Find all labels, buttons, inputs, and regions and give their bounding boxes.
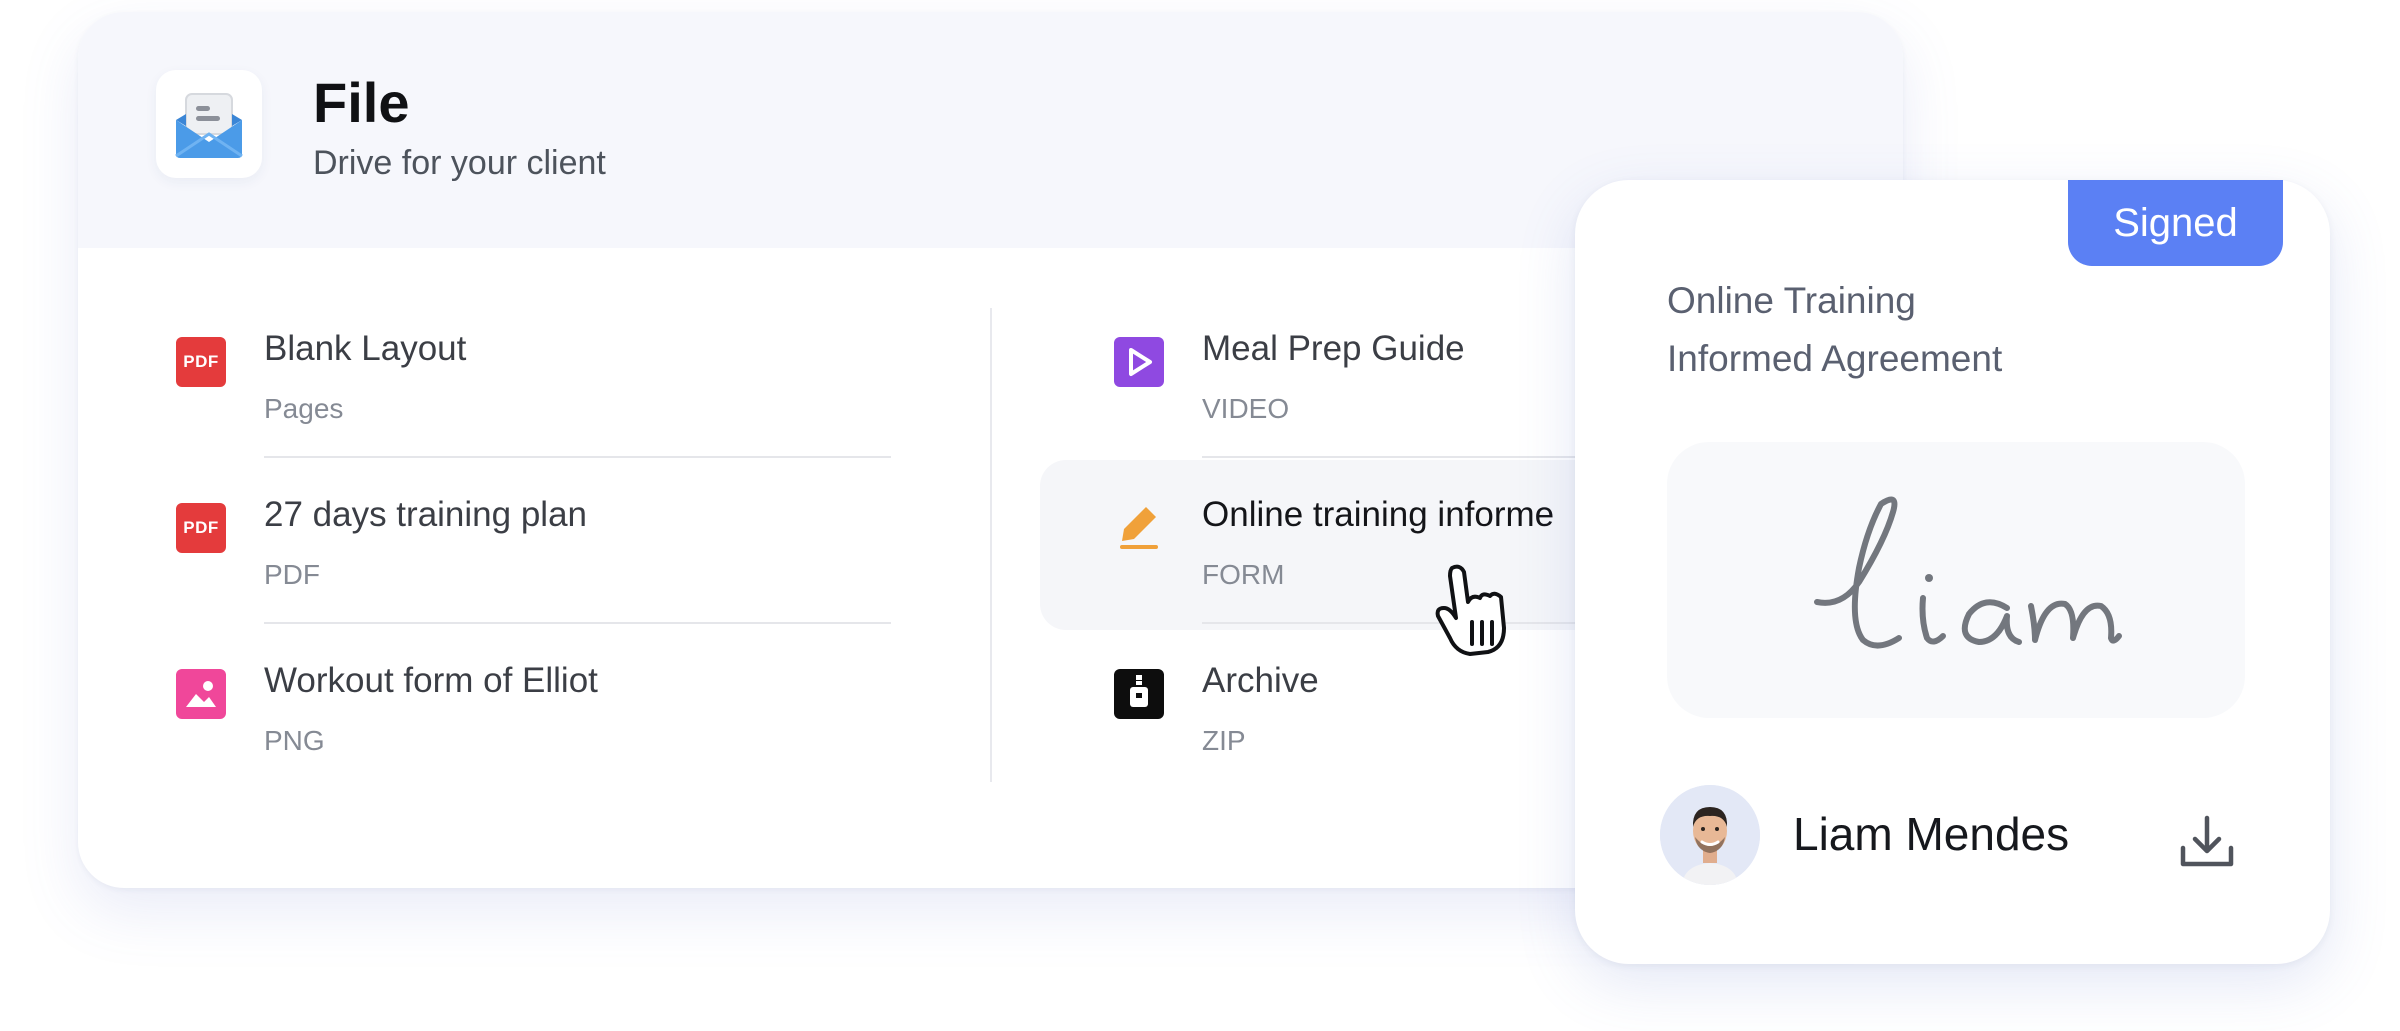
- envelope-open-icon: [156, 70, 262, 178]
- signer-name: Liam Mendes: [1793, 808, 2070, 860]
- file-name: Online training informe: [1202, 495, 1555, 534]
- app-title: File: [313, 71, 410, 134]
- document-title-line2: Informed Agreement: [1667, 338, 2003, 379]
- file-type: ZIP: [1202, 725, 1246, 756]
- column-divider: [990, 308, 992, 782]
- file-type: VIDEO: [1202, 393, 1290, 424]
- avatar: [1660, 785, 1760, 885]
- file-name: Blank Layout: [264, 329, 467, 368]
- signature-box: [1667, 442, 2245, 718]
- row-divider: [264, 622, 891, 624]
- zip-icon: [1114, 669, 1164, 719]
- row-divider: [264, 456, 891, 458]
- pen-icon: [1114, 503, 1164, 553]
- play-icon: [1114, 337, 1164, 387]
- file-name: Meal Prep Guide: [1202, 329, 1465, 368]
- pdf-icon: PDF: [176, 503, 226, 553]
- file-type: PDF: [264, 559, 320, 590]
- file-type: Pages: [264, 393, 344, 424]
- document-title: Online Training Informed Agreement: [1667, 272, 2107, 388]
- file-type: PNG: [264, 725, 325, 756]
- app-subtitle: Drive for your client: [313, 144, 606, 182]
- download-icon[interactable]: [2177, 812, 2237, 872]
- hand-pointer-cursor-icon: [1434, 562, 1524, 662]
- signed-badge: Signed: [2068, 180, 2283, 266]
- pdf-icon: PDF: [176, 337, 226, 387]
- file-name: Workout form of Elliot: [264, 661, 598, 700]
- image-icon: [176, 669, 226, 719]
- file-name: Archive: [1202, 661, 1319, 700]
- document-title-line1: Online Training: [1667, 280, 1916, 321]
- signature-card: Signed Online Training Informed Agreemen…: [1575, 180, 2330, 964]
- file-type: FORM: [1202, 559, 1285, 590]
- file-name: 27 days training plan: [264, 495, 587, 534]
